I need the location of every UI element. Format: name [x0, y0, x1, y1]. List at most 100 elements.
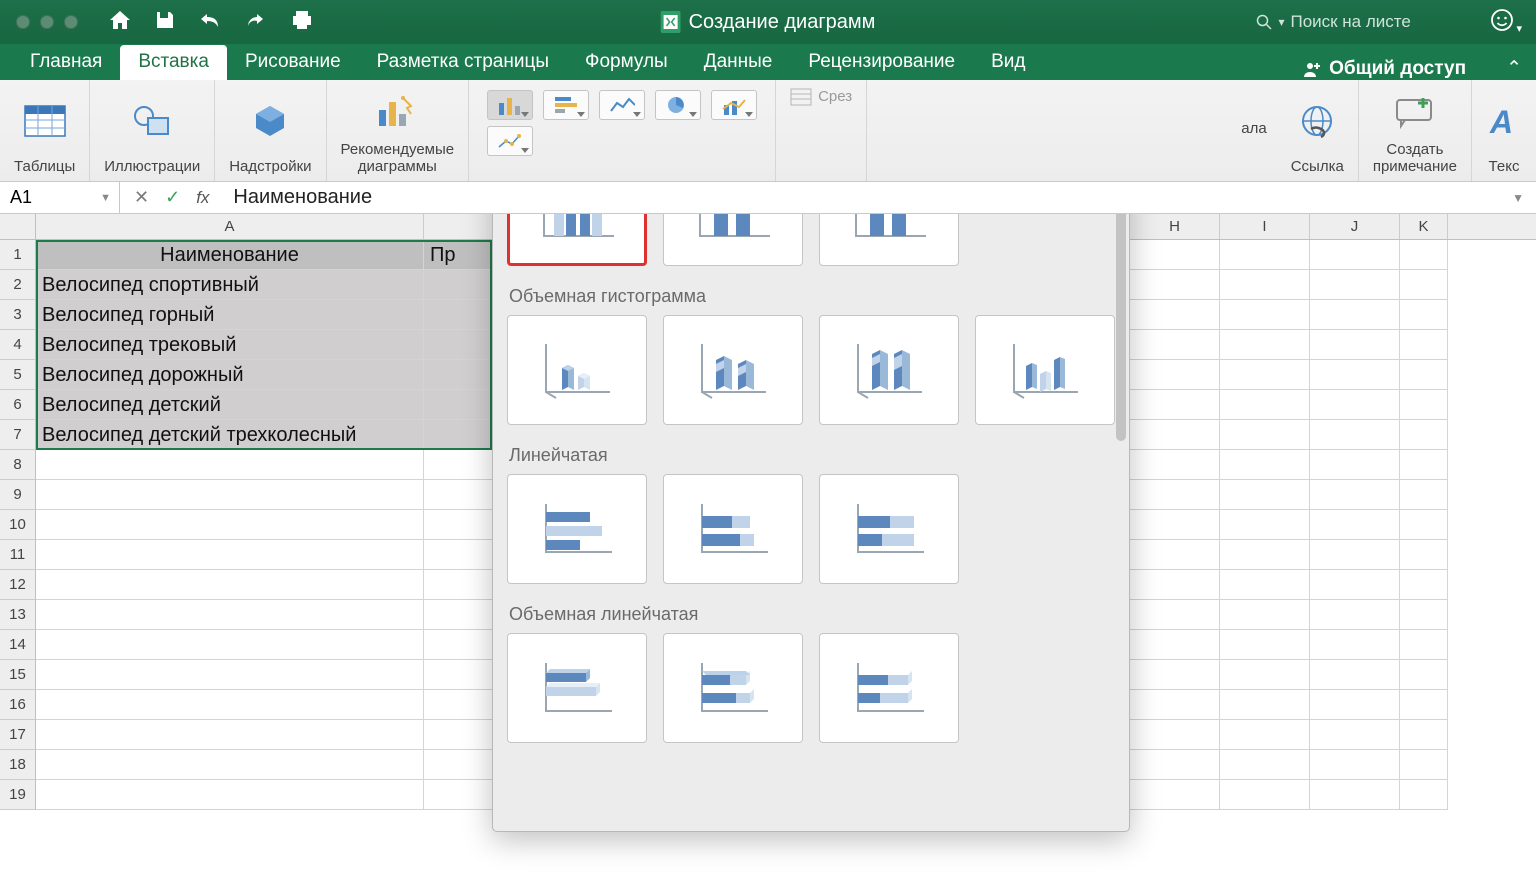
ribbon-group-link[interactable]: Ссылка [1277, 80, 1359, 181]
tab-draw[interactable]: Рисование [227, 45, 359, 80]
cell[interactable] [424, 360, 494, 390]
cell[interactable] [424, 660, 494, 690]
chart-option-3d-clustered-bar[interactable] [507, 633, 647, 743]
tab-formulas[interactable]: Формулы [567, 45, 686, 80]
name-box[interactable]: A1▼ [0, 182, 120, 213]
chart-option-100-stacked-bar[interactable] [819, 474, 959, 584]
cell[interactable] [1130, 750, 1220, 780]
cell[interactable]: Пр [424, 240, 494, 270]
share-button[interactable]: Общий доступ [1303, 58, 1466, 80]
row-header[interactable]: 6 [0, 390, 36, 420]
cell[interactable] [1400, 420, 1448, 450]
cell[interactable] [36, 570, 424, 600]
tab-page-layout[interactable]: Разметка страницы [359, 45, 567, 80]
chart-option-3d-100-stacked-bar[interactable] [819, 633, 959, 743]
cell[interactable] [36, 480, 424, 510]
col-header-B[interactable] [424, 214, 494, 239]
row-header[interactable]: 8 [0, 450, 36, 480]
cell[interactable] [36, 660, 424, 690]
cell[interactable] [1400, 450, 1448, 480]
row-header[interactable]: 19 [0, 780, 36, 810]
cell[interactable] [1130, 780, 1220, 810]
cell[interactable] [424, 720, 494, 750]
column-chart-button[interactable] [487, 90, 533, 120]
cell[interactable] [1220, 570, 1310, 600]
cell[interactable] [424, 510, 494, 540]
cell[interactable] [1220, 720, 1310, 750]
cell[interactable] [424, 420, 494, 450]
cell[interactable] [1220, 750, 1310, 780]
cell[interactable] [1130, 240, 1220, 270]
redo-icon[interactable] [244, 10, 268, 35]
chart-option-stacked-bar[interactable] [663, 474, 803, 584]
cell[interactable] [1400, 690, 1448, 720]
cell[interactable] [1400, 660, 1448, 690]
cell[interactable] [1220, 420, 1310, 450]
cell[interactable] [1310, 300, 1400, 330]
cell[interactable] [1130, 330, 1220, 360]
cell[interactable] [1310, 240, 1400, 270]
ribbon-group-text[interactable]: A Текс [1472, 80, 1536, 181]
cell[interactable] [1220, 630, 1310, 660]
zoom-window[interactable] [64, 15, 78, 29]
tab-review[interactable]: Рецензирование [790, 45, 973, 80]
cell[interactable] [1130, 300, 1220, 330]
row-header[interactable]: 10 [0, 510, 36, 540]
panel-scrollbar[interactable] [1116, 214, 1126, 823]
row-header[interactable]: 16 [0, 690, 36, 720]
spreadsheet-grid[interactable]: A H I J K 1НаименованиеПр2Велосипед спор… [0, 214, 1536, 889]
cell[interactable] [1220, 480, 1310, 510]
cell[interactable] [1400, 360, 1448, 390]
cell[interactable] [424, 570, 494, 600]
save-icon[interactable] [154, 9, 176, 36]
chart-option-3d-100-stacked-column[interactable] [819, 315, 959, 425]
cell[interactable] [1130, 570, 1220, 600]
chart-option-3d-clustered-column[interactable] [507, 315, 647, 425]
cell[interactable] [1130, 600, 1220, 630]
cell[interactable]: Велосипед детский [36, 390, 424, 420]
cell[interactable] [1220, 540, 1310, 570]
cell[interactable] [424, 600, 494, 630]
cell[interactable] [1220, 510, 1310, 540]
select-all-corner[interactable] [0, 214, 36, 239]
cell[interactable] [36, 750, 424, 780]
line-chart-button[interactable] [599, 90, 645, 120]
cell[interactable] [1310, 690, 1400, 720]
close-window[interactable] [16, 15, 30, 29]
cell[interactable] [424, 330, 494, 360]
cell[interactable] [1310, 420, 1400, 450]
chart-option-stacked-column[interactable] [663, 214, 803, 266]
row-header[interactable]: 2 [0, 270, 36, 300]
cell[interactable]: Велосипед горный [36, 300, 424, 330]
chart-option-3d-stacked-bar[interactable] [663, 633, 803, 743]
cell[interactable] [1400, 540, 1448, 570]
row-header[interactable]: 5 [0, 360, 36, 390]
cell[interactable] [1220, 600, 1310, 630]
cell[interactable] [1310, 570, 1400, 600]
col-header-A[interactable]: A [36, 214, 424, 239]
cell[interactable] [1400, 570, 1448, 600]
cell[interactable] [424, 480, 494, 510]
cell[interactable] [1220, 450, 1310, 480]
row-header[interactable]: 18 [0, 750, 36, 780]
cell[interactable] [1130, 390, 1220, 420]
cell[interactable] [1220, 690, 1310, 720]
formula-input[interactable]: Наименование [223, 186, 1512, 209]
cell[interactable] [36, 780, 424, 810]
cell[interactable] [1130, 270, 1220, 300]
ribbon-group-tables[interactable]: Таблицы [0, 80, 90, 181]
cell[interactable] [424, 270, 494, 300]
cell[interactable] [1220, 270, 1310, 300]
chart-option-100-stacked-column[interactable] [819, 214, 959, 266]
cell[interactable] [424, 300, 494, 330]
ribbon-group-addins[interactable]: Надстройки [215, 80, 326, 181]
cell[interactable] [1310, 540, 1400, 570]
cell[interactable]: Велосипед дорожный [36, 360, 424, 390]
cell[interactable] [1400, 600, 1448, 630]
row-header[interactable]: 12 [0, 570, 36, 600]
row-header[interactable]: 7 [0, 420, 36, 450]
cell[interactable] [424, 450, 494, 480]
row-header[interactable]: 15 [0, 660, 36, 690]
pie-chart-button[interactable] [655, 90, 701, 120]
collapse-ribbon-icon[interactable]: ⌃ [1506, 57, 1522, 80]
